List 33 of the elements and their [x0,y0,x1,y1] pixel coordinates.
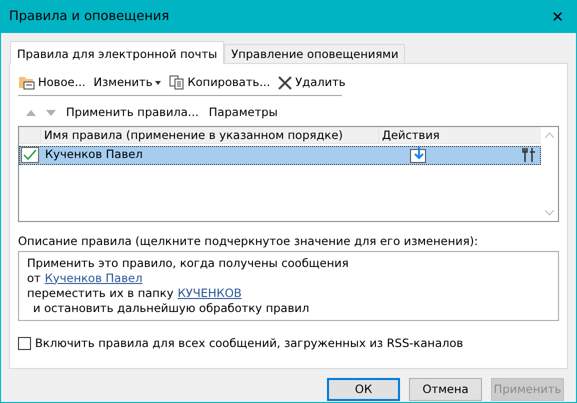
column-header[interactable]: Имя правила (применение в указанном порядке) [41,126,379,142]
toolbar-button[interactable]: Новое... [18,74,86,92]
description-text: и остановить дальнейшую обработку правил [33,300,310,315]
description-label: Описание правила (щелкните подчеркнутое значение для его изменения): [18,232,479,250]
toolbar-button[interactable]: Параметры [208,104,278,122]
move-to-folder-icon [410,147,426,163]
delete-icon [278,76,292,90]
description-text: переместить их в папку [27,286,174,300]
window-title: Правила и оповещения [9,8,170,26]
toolbar-button[interactable]: Копировать... [169,74,270,92]
description-link[interactable]: Кученков Павел [40,270,142,285]
dialog-button[interactable]: Отмена [409,378,482,401]
description-text: Применить это правило, когда получены сообщения [27,256,349,270]
rule-row[interactable]: Кученков Павел [19,146,541,164]
scroll-up-icon [545,132,554,138]
toolbar-button[interactable]: Применить правила... [66,104,199,122]
checkbox-label: Включить правила для всех сообщений, загруженных из RSS-каналов [35,334,464,352]
rule-name: Кученков Павел [45,146,144,164]
copy-icon [169,75,184,90]
scroll-down-icon [545,210,554,216]
toolbar-button[interactable]: Удалить [278,74,346,92]
toolbar-button[interactable]: Изменить [94,74,162,92]
column-header[interactable]: Действия [379,126,541,142]
checkbox[interactable] [18,336,31,350]
folder-icon [18,75,35,90]
tools-icon [522,147,536,163]
description-text: от [27,270,41,285]
description-link[interactable]: КУЧЕНКОВ [174,286,242,300]
dialog-button[interactable]: ОК [327,378,400,401]
close-button[interactable]: ✕ [547,6,568,28]
tab[interactable]: Правила для электронной почты [10,41,224,64]
caret-icon [155,80,162,85]
tab[interactable]: Управление оповещениями [224,44,406,63]
